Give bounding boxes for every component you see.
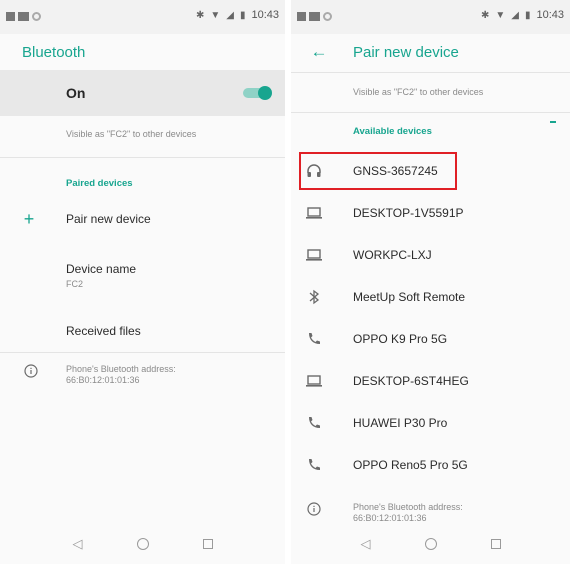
device-item[interactable]: OPPO K9 Pro 5G (291, 320, 570, 358)
app-bar: Bluetooth (0, 34, 285, 70)
signal-icon: ◢ (226, 9, 234, 21)
device-name-label: Device name (66, 262, 137, 276)
toggle-label: On (66, 85, 86, 101)
address-label: Phone's Bluetooth address: (66, 364, 176, 374)
highlight-box (299, 152, 457, 190)
navigation-bar: ◁ (0, 524, 285, 564)
device-item[interactable]: DESKTOP-1V5591P (291, 194, 570, 232)
recents-nav-icon[interactable] (202, 539, 213, 549)
clock: 10:43 (536, 9, 564, 21)
notification-icon (309, 12, 320, 21)
available-devices-header: Available devices (353, 126, 432, 137)
info-icon (291, 502, 337, 516)
divider (0, 352, 285, 353)
device-item[interactable]: DESKTOP-6ST4HEG (291, 362, 570, 400)
back-nav-icon[interactable]: ◁ (361, 536, 371, 552)
visibility-caption: Visible as "FC2" to other devices (66, 129, 197, 139)
status-bar: ✱ ▼ ◢ ▮ 10:43 (0, 0, 285, 34)
laptop-icon (291, 248, 337, 262)
system-icons: ✱ ▼ ◢ ▮ 10:43 (196, 9, 279, 21)
divider (0, 157, 285, 158)
visibility-caption: Visible as "FC2" to other devices (353, 87, 484, 97)
recents-nav-icon[interactable] (490, 539, 501, 549)
scanning-indicator (550, 121, 556, 123)
device-name-value: FC2 (66, 279, 84, 289)
phone-icon (291, 415, 337, 431)
back-nav-icon[interactable]: ◁ (73, 536, 83, 552)
battery-icon: ▮ (524, 9, 531, 21)
bluetooth-toggle[interactable] (243, 86, 272, 100)
device-item[interactable]: HUAWEI P30 Pro (291, 404, 570, 442)
system-icons: ✱ ▼ ◢ ▮ 10:43 (481, 9, 564, 21)
info-icon (0, 364, 62, 378)
phone-icon (291, 331, 337, 347)
paired-devices-header: Paired devices (66, 178, 133, 189)
plus-icon: + (23, 208, 35, 229)
device-name-item[interactable]: Device name FC2 (0, 262, 285, 298)
battery-icon: ▮ (239, 9, 246, 21)
back-arrow-icon[interactable]: ← (299, 42, 339, 62)
home-nav-icon[interactable] (424, 538, 437, 550)
status-bar: ✱ ▼ ◢ ▮ 10:43 (291, 0, 570, 34)
received-files-label: Received files (66, 324, 141, 338)
notification-icons (297, 12, 332, 21)
bluetooth-toggle-row[interactable]: On (0, 70, 285, 116)
phone-icon (291, 457, 337, 473)
device-name: DESKTOP-6ST4HEG (353, 374, 469, 388)
device-name: WORKPC-LXJ (353, 248, 432, 262)
device-name: HUAWEI P30 Pro (353, 416, 448, 430)
clock: 10:43 (251, 9, 279, 21)
notification-icon (18, 12, 29, 21)
app-bar: ← Pair new device (291, 34, 570, 70)
laptop-icon (291, 206, 337, 220)
notification-icon (323, 12, 332, 21)
notification-icon (32, 12, 41, 21)
toggle-knob (258, 86, 272, 100)
bluetooth-settings-screen: ✱ ▼ ◢ ▮ 10:43 Bluetooth On Visible as "F… (0, 0, 285, 564)
pair-new-device-label: Pair new device (66, 212, 151, 226)
device-name: OPPO Reno5 Pro 5G (353, 458, 468, 472)
address-value: 66:B0:12:01:01:36 (353, 513, 427, 523)
device-item[interactable]: MeetUp Soft Remote (291, 278, 570, 316)
wifi-icon: ▼ (495, 9, 506, 21)
pair-new-device-item[interactable]: + Pair new device (0, 204, 285, 234)
bluetooth-address-info: Phone's Bluetooth address: 66:B0:12:01:0… (0, 364, 285, 392)
device-item[interactable]: WORKPC-LXJ (291, 236, 570, 274)
device-name: OPPO K9 Pro 5G (353, 332, 448, 346)
home-nav-icon[interactable] (136, 538, 149, 550)
notification-icon (6, 12, 15, 21)
divider (291, 72, 570, 73)
address-value: 66:B0:12:01:01:36 (66, 375, 140, 385)
device-name: MeetUp Soft Remote (353, 290, 466, 304)
page-title: Bluetooth (22, 43, 86, 61)
page-title: Pair new device (353, 43, 459, 61)
bluetooth-status-icon: ✱ (195, 9, 205, 21)
laptop-icon (291, 374, 337, 388)
notification-icon (297, 12, 306, 21)
bluetooth-status-icon: ✱ (480, 9, 490, 21)
bluetooth-icon (291, 289, 337, 305)
notification-icons (6, 12, 41, 21)
address-label: Phone's Bluetooth address: (353, 502, 463, 512)
wifi-icon: ▼ (210, 9, 221, 21)
received-files-item[interactable]: Received files (0, 320, 285, 342)
device-item[interactable]: OPPO Reno5 Pro 5G (291, 446, 570, 484)
device-name: DESKTOP-1V5591P (353, 206, 464, 220)
navigation-bar: ◁ (291, 524, 570, 564)
pair-new-device-screen: ✱ ▼ ◢ ▮ 10:43 ← Pair new device Visible … (291, 0, 570, 564)
divider (291, 112, 570, 113)
signal-icon: ◢ (511, 9, 519, 21)
